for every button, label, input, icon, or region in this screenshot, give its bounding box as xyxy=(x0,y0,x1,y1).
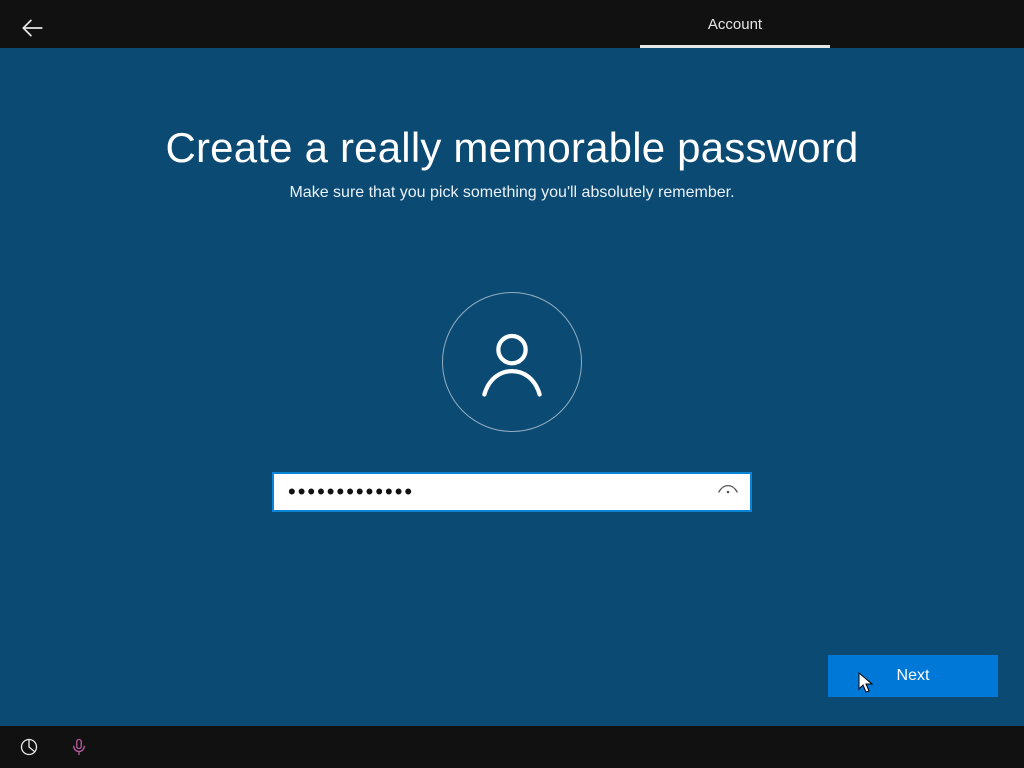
microphone-icon xyxy=(70,737,88,757)
next-button-label: Next xyxy=(897,667,930,685)
next-button[interactable]: Next xyxy=(828,655,998,697)
oobe-password-screen: Account Create a really memorable passwo… xyxy=(0,0,1024,768)
ease-of-access-icon xyxy=(19,737,39,757)
bottom-bar xyxy=(0,726,1024,768)
eye-icon xyxy=(717,481,739,503)
user-icon xyxy=(473,323,551,401)
page-title: Create a really memorable password xyxy=(0,124,1024,172)
avatar xyxy=(442,292,582,432)
back-arrow-icon xyxy=(19,15,45,41)
avatar-circle xyxy=(442,292,582,432)
step-indicator-account: Account xyxy=(640,0,830,48)
password-field-wrap xyxy=(272,472,752,512)
cortana-mic-button[interactable] xyxy=(68,736,90,758)
page-subtitle: Make sure that you pick something you'll… xyxy=(0,184,1024,202)
back-button[interactable] xyxy=(14,10,50,46)
reveal-password-button[interactable] xyxy=(706,474,750,510)
ease-of-access-button[interactable] xyxy=(18,736,40,758)
step-underline xyxy=(640,45,830,48)
password-input[interactable] xyxy=(274,474,706,510)
top-bar: Account xyxy=(0,0,1024,48)
step-label: Account xyxy=(708,16,762,33)
